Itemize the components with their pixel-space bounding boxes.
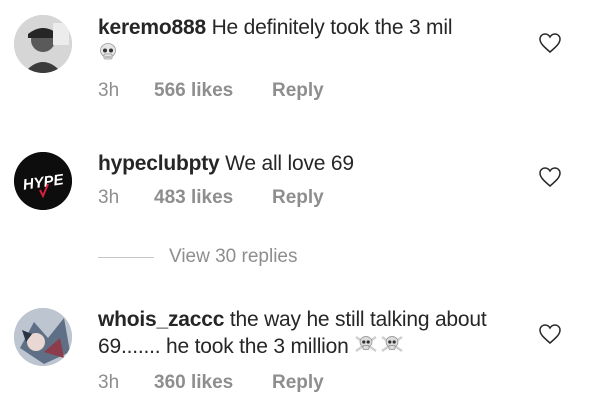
- comment-meta: 3h 483 likes Reply: [98, 187, 324, 209]
- heart-outline-icon[interactable]: [538, 323, 562, 345]
- hype-logo: HYPE: [14, 152, 72, 210]
- avatar[interactable]: [14, 15, 72, 73]
- comment-item: HYPE hypeclubpty We all love 69 3h 483 li…: [0, 140, 600, 230]
- skull-emoji: [98, 42, 118, 69]
- comment-time: 3h: [98, 372, 120, 393]
- comment-time: 3h: [98, 187, 120, 208]
- reply-button[interactable]: Reply: [272, 187, 324, 209]
- comment-text: keremo888 He definitely took the 3 mil: [98, 14, 523, 69]
- comment-time: 3h: [98, 80, 120, 101]
- comment-item: keremo888 He definitely took the 3 mil 3…: [0, 0, 600, 110]
- comment-username[interactable]: keremo888: [98, 16, 206, 39]
- heart-outline-icon[interactable]: [538, 32, 562, 54]
- avatar[interactable]: HYPE: [14, 152, 72, 210]
- divider: [98, 257, 154, 258]
- comment-meta: 3h 360 likes Reply: [98, 372, 324, 394]
- comment-username[interactable]: hypeclubpty: [98, 152, 220, 175]
- comment-meta: 3h 566 likes Reply: [98, 80, 324, 102]
- comment-likes[interactable]: 483 likes: [154, 187, 272, 209]
- avatar[interactable]: [14, 308, 72, 366]
- avatar-photo: [14, 308, 72, 366]
- view-replies-label: View 30 replies: [169, 246, 298, 267]
- reply-button[interactable]: Reply: [272, 80, 324, 102]
- comment-likes[interactable]: 566 likes: [154, 80, 272, 102]
- heart-outline-icon[interactable]: [538, 166, 562, 188]
- comment-body: He definitely took the 3 mil: [211, 16, 453, 39]
- comment-body: We all love 69: [225, 152, 354, 175]
- reply-button[interactable]: Reply: [272, 372, 324, 394]
- skull-crossbones-emoji: [354, 333, 406, 362]
- comment-text: whois_zaccc the way he still talking abo…: [98, 306, 523, 362]
- comment-likes[interactable]: 360 likes: [154, 372, 272, 394]
- comment-username[interactable]: whois_zaccc: [98, 308, 224, 331]
- avatar-photo: [14, 15, 72, 73]
- comment-text: hypeclubpty We all love 69: [98, 150, 523, 177]
- comment-item: whois_zaccc the way he still talking abo…: [0, 296, 600, 411]
